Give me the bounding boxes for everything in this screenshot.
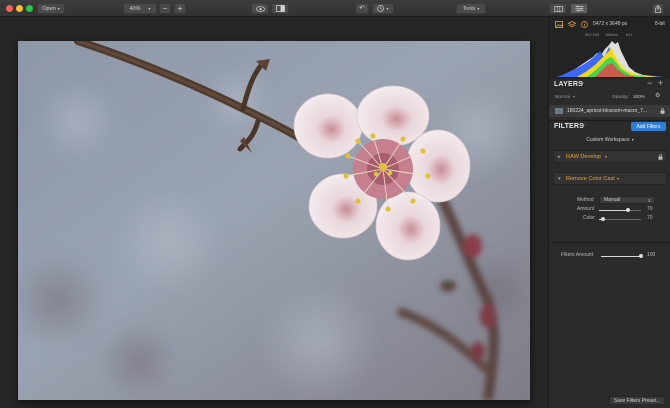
photo-canvas[interactable] xyxy=(18,41,530,400)
raw-develop-title: RAW Develop xyxy=(566,154,601,160)
chevron-down-icon: ▾ xyxy=(148,6,151,11)
chevron-down-icon: ▾ xyxy=(57,6,60,11)
open-button[interactable]: Open ▾ xyxy=(37,3,65,14)
image-info-panel: 5472 x 3648 px 8-bit ISO 100 100mm f/11 xyxy=(549,17,670,79)
layer-row[interactable]: 180224_apricot-blossom-macro_7... xyxy=(549,105,670,117)
clock-icon xyxy=(377,5,385,12)
browse-button[interactable] xyxy=(549,3,567,14)
color-slider-handle[interactable] xyxy=(601,217,605,221)
zoom-value: 40% xyxy=(129,5,141,12)
sliders-icon xyxy=(575,5,583,12)
chevron-down-icon: ▾ xyxy=(477,6,480,11)
history-button[interactable]: ▾ xyxy=(372,3,394,14)
layers-title: LAYERS xyxy=(554,81,583,88)
amount-value: 70 xyxy=(647,206,653,212)
chevron-down-icon: ▾ xyxy=(386,6,389,11)
workspace-label: Custom Workspace xyxy=(586,136,630,143)
open-label: Open xyxy=(42,5,56,12)
chevron-down-icon: ▾ xyxy=(605,154,608,159)
aperture: f/11 xyxy=(626,33,633,37)
blossom-photo xyxy=(18,41,530,400)
divider xyxy=(549,120,670,121)
share-button[interactable] xyxy=(652,3,664,14)
info-icon[interactable] xyxy=(581,21,588,28)
histogram xyxy=(557,41,663,77)
raw-develop-filter[interactable]: ▸ RAW Develop ▾ xyxy=(553,150,667,163)
color-label: Color xyxy=(583,215,595,221)
tools-button[interactable]: Tools ▾ xyxy=(456,3,486,14)
workspace-select[interactable]: Custom Workspace ▾ xyxy=(573,135,647,144)
lock-icon[interactable] xyxy=(658,154,663,160)
zoom-select[interactable]: 40% ▾ xyxy=(123,3,157,14)
method-value: Manual xyxy=(604,197,621,203)
chevron-down-icon[interactable]: ▾ xyxy=(581,81,584,87)
amount-slider-handle[interactable] xyxy=(626,208,630,212)
chevron-down-icon: ▾ xyxy=(573,94,576,99)
color-value: 70 xyxy=(647,215,653,221)
remove-color-cast-title: Remove Color Cast xyxy=(566,176,615,182)
opacity-label: Opacity: xyxy=(612,94,629,99)
amount-label: Amount xyxy=(577,206,595,212)
image-dimensions: 5472 x 3648 px xyxy=(593,21,628,27)
toolbar: Open ▾ 40% ▾ − + ↶ ▾ Tools ▾ xyxy=(0,0,670,17)
opacity-value[interactable]: 100% xyxy=(633,94,645,99)
chevron-down-icon: ▾ xyxy=(617,176,620,181)
gear-icon[interactable]: ⚙ xyxy=(655,92,660,99)
split-view-icon xyxy=(275,5,285,12)
filters-amount-value: 100 xyxy=(647,252,656,258)
minimize-window-button[interactable] xyxy=(16,5,23,12)
zoom-window-button[interactable] xyxy=(26,5,33,12)
divider xyxy=(549,242,670,243)
lock-icon[interactable] xyxy=(660,108,665,114)
plus-icon[interactable]: + xyxy=(658,78,663,88)
edit-button[interactable] xyxy=(570,3,588,14)
image-icon[interactable] xyxy=(555,21,563,28)
add-filters-button[interactable]: Add Filters xyxy=(631,122,666,131)
compare-button[interactable] xyxy=(271,3,289,14)
layers-stack-icon[interactable] xyxy=(568,21,576,28)
preview-button[interactable] xyxy=(251,3,269,14)
share-icon xyxy=(655,4,661,13)
zoom-in-button[interactable]: + xyxy=(174,3,186,14)
tools-label: Tools xyxy=(462,5,476,12)
chevron-down-icon: ▾ xyxy=(631,137,634,142)
chevron-down-icon[interactable]: ▾ xyxy=(558,176,561,182)
eye-icon xyxy=(255,5,265,12)
grid-icon xyxy=(553,5,563,12)
minus-icon: − xyxy=(162,3,168,13)
method-label: Method xyxy=(577,197,594,203)
minus-icon[interactable]: − xyxy=(647,78,652,88)
filters-amount-slider-fill xyxy=(601,256,641,257)
bit-depth: 8-bit xyxy=(655,21,665,27)
chevron-updown-icon: ⇕ xyxy=(647,198,651,203)
canvas-area[interactable] xyxy=(0,17,548,408)
color-slider[interactable] xyxy=(599,219,641,220)
save-filters-preset-button[interactable]: Save Filters Preset... xyxy=(609,396,665,405)
plus-icon: + xyxy=(177,3,183,13)
filters-title: FILTERS xyxy=(554,123,585,130)
filters-amount-label: Filters Amount xyxy=(561,252,593,258)
undo-icon: ↶ xyxy=(359,5,365,12)
image-thumbnail-icon xyxy=(555,108,563,114)
layer-name: 180224_apricot-blossom-macro_7... xyxy=(567,108,648,114)
filters-amount-slider-handle[interactable] xyxy=(639,254,643,258)
zoom-out-button[interactable]: − xyxy=(159,3,171,14)
method-select[interactable]: Manual ⇕ xyxy=(599,196,655,204)
right-panel: 5472 x 3648 px 8-bit ISO 100 100mm f/11 … xyxy=(548,17,670,408)
close-window-button[interactable] xyxy=(6,5,13,12)
chevron-down-icon[interactable]: ▾ xyxy=(582,123,585,129)
focal-length: 100mm xyxy=(605,33,618,37)
iso-value: ISO 100 xyxy=(585,33,599,37)
remove-color-cast-filter[interactable]: ▾ Remove Color Cast ▾ xyxy=(553,172,667,185)
blend-mode[interactable]: Normal xyxy=(555,94,570,99)
undo-button[interactable]: ↶ xyxy=(355,3,369,14)
app-window: Open ▾ 40% ▾ − + ↶ ▾ Tools ▾ 5472 x 3648… xyxy=(0,0,670,408)
chevron-right-icon[interactable]: ▸ xyxy=(558,154,561,160)
amount-slider-fill xyxy=(599,210,628,211)
